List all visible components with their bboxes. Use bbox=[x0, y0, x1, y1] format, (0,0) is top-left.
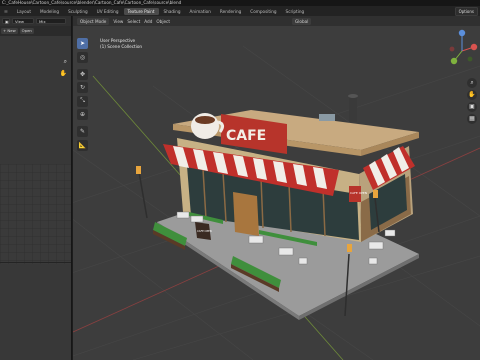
blender-menu[interactable]: ☰ bbox=[0, 8, 12, 15]
camera-icon[interactable]: ▣ bbox=[467, 102, 477, 112]
workspace-tab[interactable]: Animation bbox=[186, 8, 215, 15]
workspace-tab[interactable]: Rendering bbox=[216, 8, 245, 15]
hand-icon[interactable]: ✋ bbox=[60, 70, 67, 77]
perspective-label: User Perspective bbox=[100, 38, 136, 43]
navigation-gizmo[interactable] bbox=[444, 25, 480, 77]
image-toolbar: + New Open bbox=[0, 26, 71, 35]
transform-orientation-dropdown[interactable]: Global bbox=[292, 17, 312, 25]
workspace-tab[interactable]: Sculpting bbox=[64, 8, 92, 15]
view-menu[interactable]: View bbox=[12, 18, 34, 24]
workspace-tab-active[interactable]: Texture Paint bbox=[123, 7, 159, 15]
small-sign-text: CAFE OPEN bbox=[350, 191, 367, 195]
workspace-tab[interactable]: Compositing bbox=[246, 8, 280, 15]
collection-label: (1) Scene Collection bbox=[100, 44, 143, 49]
uv-grid bbox=[0, 164, 71, 264]
viewport-menu-add[interactable]: Add bbox=[144, 19, 152, 24]
blend-mode-field[interactable]: Mix bbox=[36, 18, 66, 24]
viewport-header: Object Mode View Select Add Object Globa… bbox=[73, 16, 480, 26]
board-text: CAFE OPEN bbox=[197, 229, 212, 233]
image-editor-header: ▣ View Mix bbox=[0, 16, 71, 26]
front-door bbox=[233, 192, 259, 236]
zoom-view-icon[interactable]: ⌕ bbox=[467, 78, 477, 88]
image-editor-panel: ▣ View Mix + New Open ⌕ ✋ bbox=[0, 16, 72, 360]
scale-icon[interactable]: ⤡ bbox=[77, 95, 88, 107]
workspace-tab[interactable]: Modeling bbox=[36, 8, 63, 15]
viewport-menu-view[interactable]: View bbox=[113, 19, 123, 24]
measure-icon[interactable]: 📐 bbox=[77, 139, 88, 151]
workspace-tab[interactable]: Layout bbox=[13, 8, 35, 15]
header-right: Options bbox=[454, 6, 480, 16]
blender-window: C:_CafeHouse\Cartoon_Cafe\source\blender… bbox=[0, 0, 480, 360]
move-icon[interactable]: ✥ bbox=[77, 68, 88, 80]
tool-shelf: ➤ ◎ ✥ ↻ ⤡ ⊕ ✎ 📐 bbox=[77, 38, 88, 153]
divider bbox=[0, 262, 71, 263]
annotate-icon[interactable]: ✎ bbox=[77, 126, 88, 137]
cafe-sign-text: CAFE bbox=[226, 128, 266, 144]
hand-icon[interactable]: ✋ bbox=[467, 90, 477, 100]
new-image-button[interactable]: + New bbox=[1, 27, 18, 34]
chimney bbox=[349, 96, 357, 122]
3d-viewport[interactable]: Object Mode View Select Add Object Globa… bbox=[73, 16, 480, 360]
viewport-menu-object[interactable]: Object bbox=[156, 19, 170, 24]
select-box-tool[interactable]: ➤ bbox=[77, 38, 88, 49]
editor-type-dropdown[interactable]: ▣ bbox=[2, 18, 10, 24]
workspace-tab[interactable]: Scripting bbox=[282, 8, 309, 15]
viewport-menu-select[interactable]: Select bbox=[127, 19, 140, 24]
workspace-tab[interactable]: UV Editing bbox=[93, 8, 123, 15]
scene-render: CAFE CAFE OPEN CAFE OPEN bbox=[73, 45, 480, 360]
zoom-icon[interactable]: ⌕ bbox=[64, 58, 67, 66]
transform-icon[interactable]: ⊕ bbox=[77, 109, 88, 120]
object-mode-dropdown[interactable]: Object Mode bbox=[77, 17, 110, 25]
workspace-tabs-bar: ☰ Layout Modeling Sculpting UV Editing T… bbox=[0, 6, 480, 16]
image-canvas[interactable]: ⌕ ✋ bbox=[0, 36, 71, 360]
open-image-button[interactable]: Open bbox=[19, 27, 34, 34]
options-button[interactable]: Options bbox=[454, 6, 478, 16]
grid-icon[interactable]: ▦ bbox=[467, 114, 477, 124]
workspace-tab[interactable]: Shading bbox=[160, 8, 185, 15]
cursor-icon[interactable]: ◎ bbox=[77, 51, 88, 63]
rotate-icon[interactable]: ↻ bbox=[77, 82, 88, 93]
